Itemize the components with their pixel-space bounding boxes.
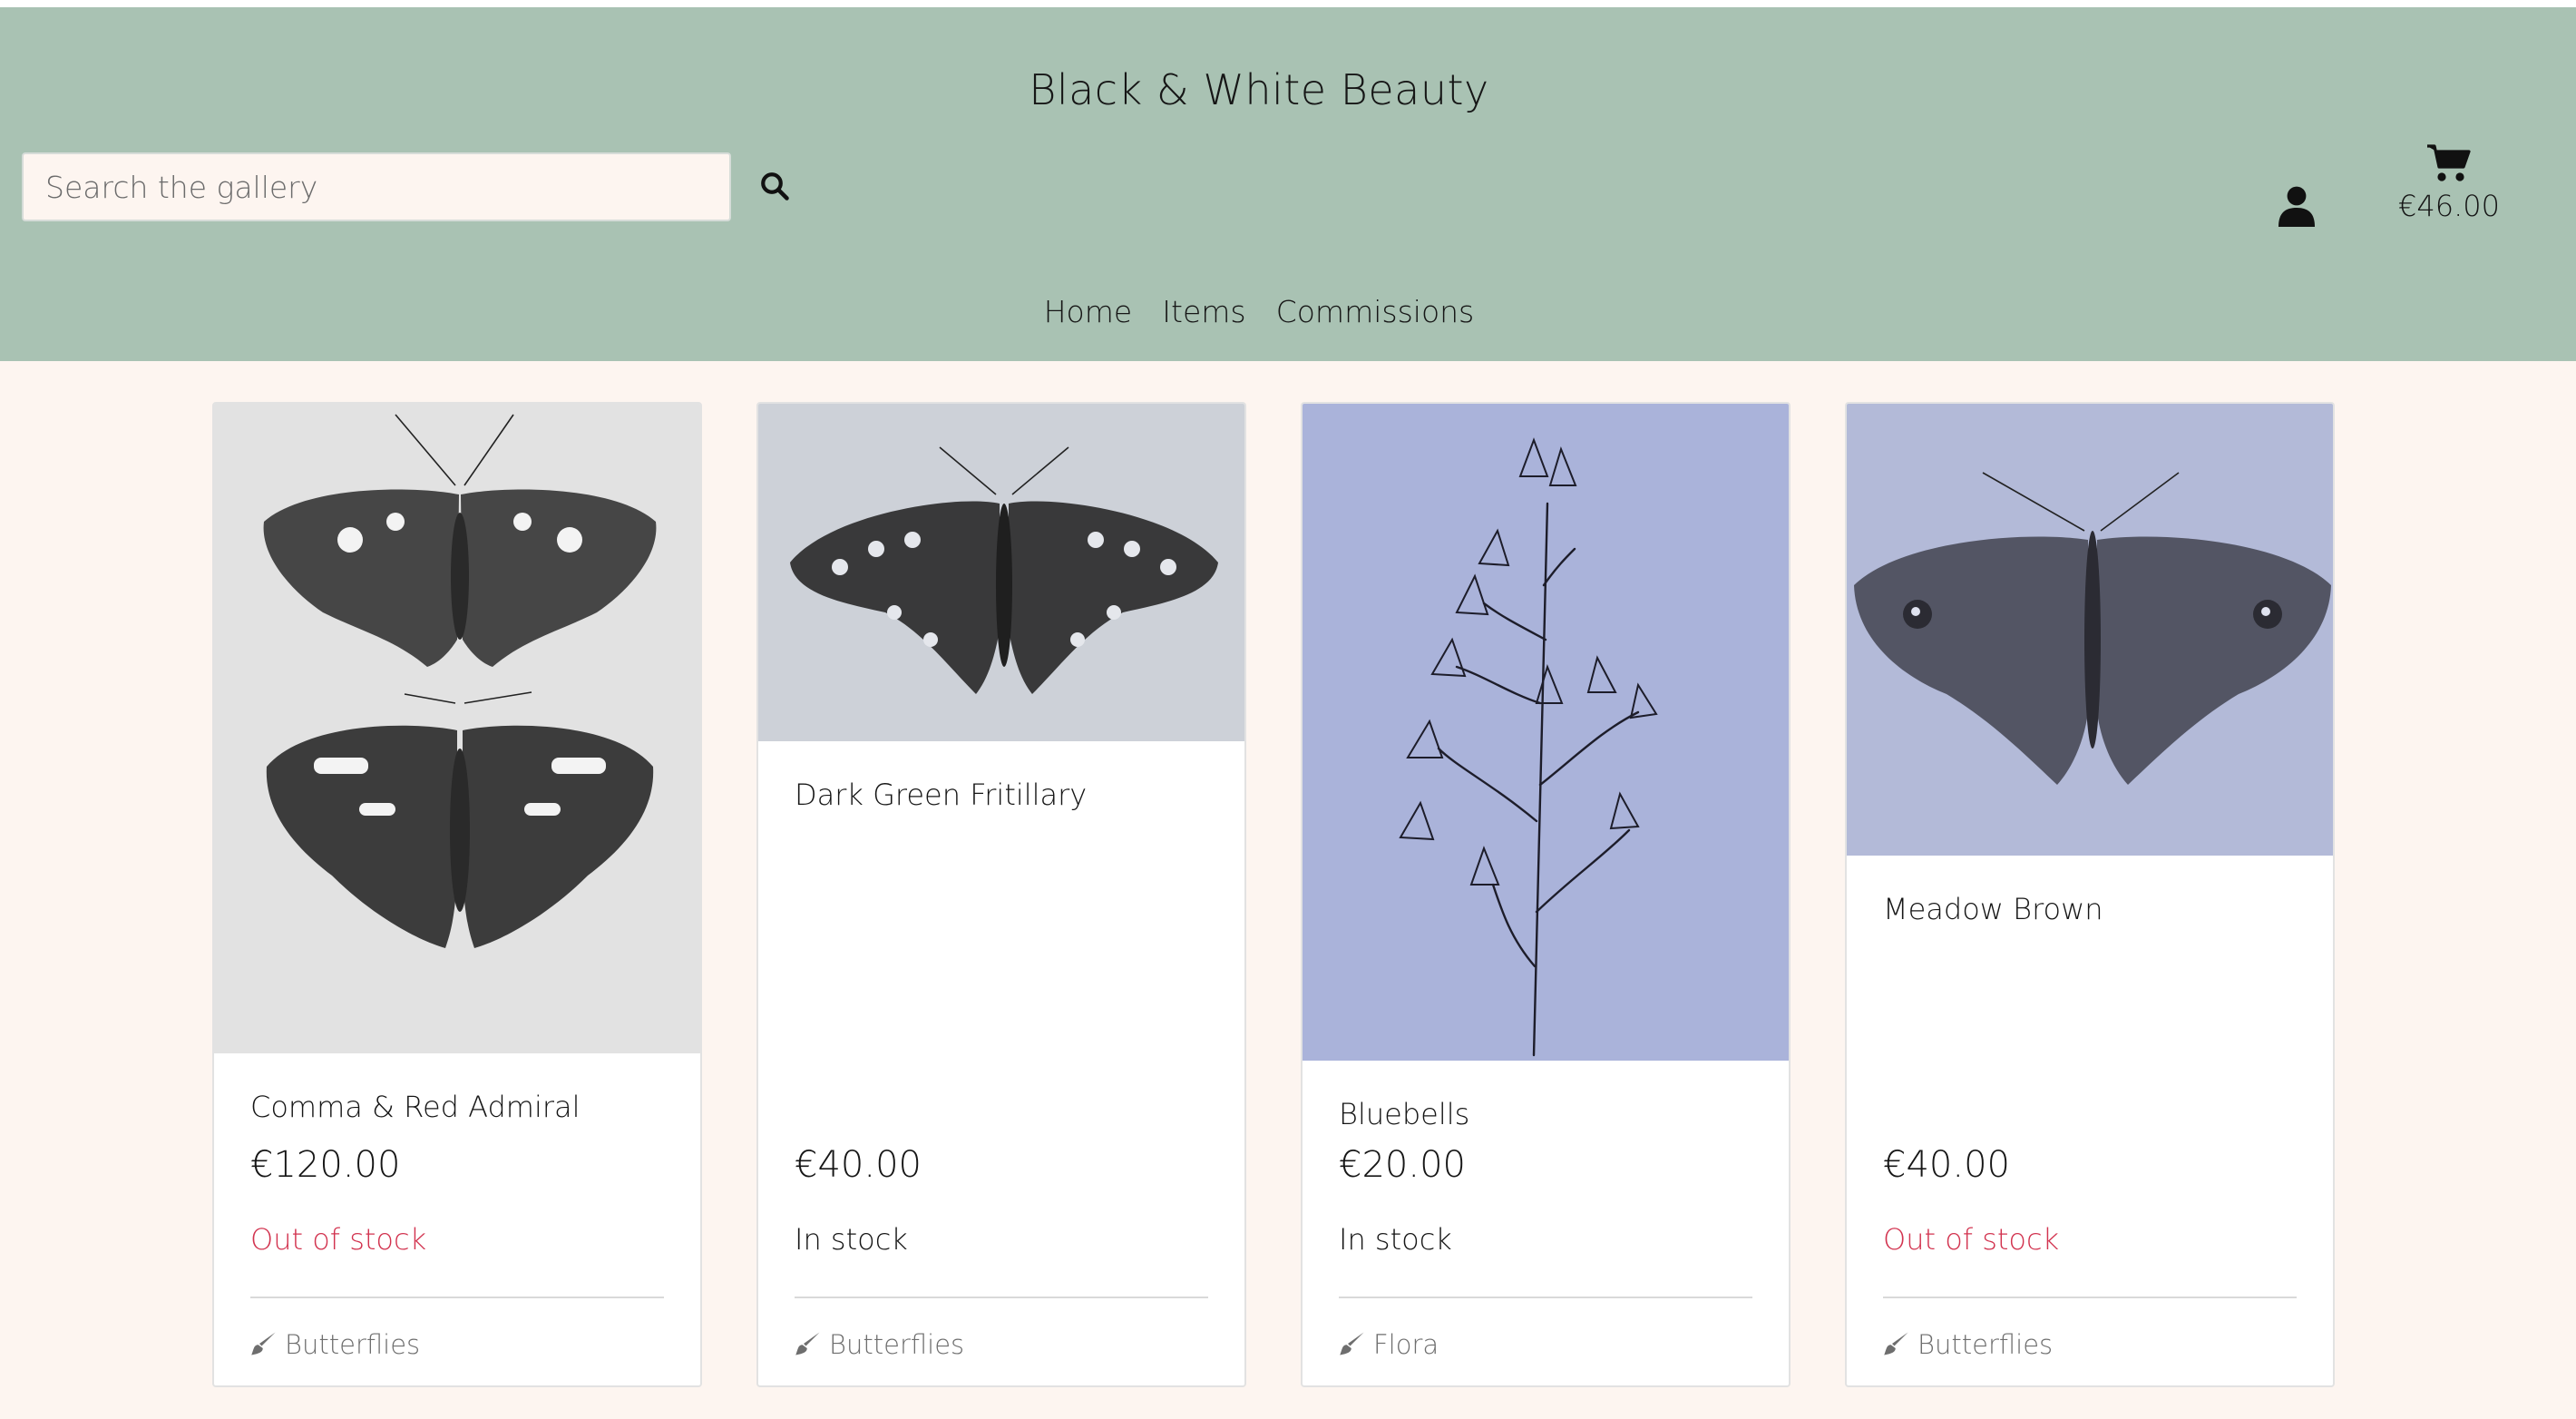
product-price: €40.00 bbox=[795, 1144, 922, 1186]
site-header: Black & White Beauty €46.00 Home Items C… bbox=[0, 7, 2576, 361]
category-label: Butterflies bbox=[285, 1329, 421, 1360]
product-image-bluebells[interactable] bbox=[1303, 404, 1789, 1061]
product-price: €40.00 bbox=[1883, 1144, 2010, 1186]
card-divider bbox=[250, 1297, 664, 1298]
product-title[interactable]: Comma & Red Admiral bbox=[250, 1090, 581, 1124]
product-card[interactable]: Dark Green Fritillary €40.00 In stock Bu… bbox=[756, 402, 1246, 1387]
shopping-cart-icon bbox=[2427, 144, 2471, 181]
paintbrush-icon bbox=[795, 1332, 820, 1355]
product-price: €120.00 bbox=[250, 1144, 401, 1186]
stock-status: In stock bbox=[1339, 1222, 1452, 1257]
paintbrush-icon bbox=[1340, 1332, 1364, 1355]
stock-status: Out of stock bbox=[250, 1222, 427, 1257]
product-image-meadow-brown[interactable] bbox=[1847, 404, 2333, 856]
product-category[interactable]: Butterflies bbox=[1883, 1329, 2053, 1360]
product-image-dark-green-fritillary[interactable] bbox=[758, 404, 1244, 741]
product-title[interactable]: Dark Green Fritillary bbox=[795, 778, 1087, 812]
product-category[interactable]: Butterflies bbox=[250, 1329, 420, 1360]
card-divider bbox=[1339, 1297, 1752, 1298]
cart-total: €46.00 bbox=[2398, 189, 2500, 223]
product-category[interactable]: Butterflies bbox=[795, 1329, 964, 1360]
product-card[interactable]: Meadow Brown €40.00 Out of stock Butterf… bbox=[1845, 402, 2335, 1387]
card-divider bbox=[1883, 1297, 2297, 1298]
nav-home[interactable]: Home bbox=[1044, 294, 1132, 329]
account-button[interactable] bbox=[2278, 185, 2327, 240]
stock-status: In stock bbox=[795, 1222, 908, 1257]
paintbrush-icon bbox=[1884, 1332, 1908, 1355]
main-nav: Home Items Commissions bbox=[0, 294, 2518, 329]
cart-button[interactable]: €46.00 bbox=[2386, 143, 2513, 234]
card-divider bbox=[795, 1297, 1208, 1298]
search-icon bbox=[761, 171, 789, 201]
user-icon bbox=[2278, 186, 2315, 227]
nav-commissions[interactable]: Commissions bbox=[1276, 294, 1475, 329]
brand-title[interactable]: Black & White Beauty bbox=[0, 65, 2518, 114]
product-title[interactable]: Meadow Brown bbox=[1883, 892, 2103, 926]
category-label: Butterflies bbox=[829, 1329, 965, 1360]
top-strip bbox=[0, 0, 2576, 7]
product-card[interactable]: Bluebells €20.00 In stock Flora bbox=[1301, 402, 1791, 1387]
paintbrush-icon bbox=[251, 1332, 276, 1355]
category-label: Flora bbox=[1373, 1329, 1439, 1360]
product-card[interactable]: Comma & Red Admiral €120.00 Out of stock… bbox=[212, 402, 702, 1387]
search-input[interactable] bbox=[22, 152, 731, 221]
stock-status: Out of stock bbox=[1883, 1222, 2060, 1257]
product-category[interactable]: Flora bbox=[1339, 1329, 1439, 1360]
product-title[interactable]: Bluebells bbox=[1339, 1097, 1469, 1131]
product-image-comma-red-admiral[interactable] bbox=[214, 404, 700, 1053]
search-button[interactable] bbox=[753, 163, 796, 210]
nav-items[interactable]: Items bbox=[1162, 294, 1245, 329]
category-label: Butterflies bbox=[1917, 1329, 2054, 1360]
product-price: €20.00 bbox=[1339, 1144, 1466, 1186]
